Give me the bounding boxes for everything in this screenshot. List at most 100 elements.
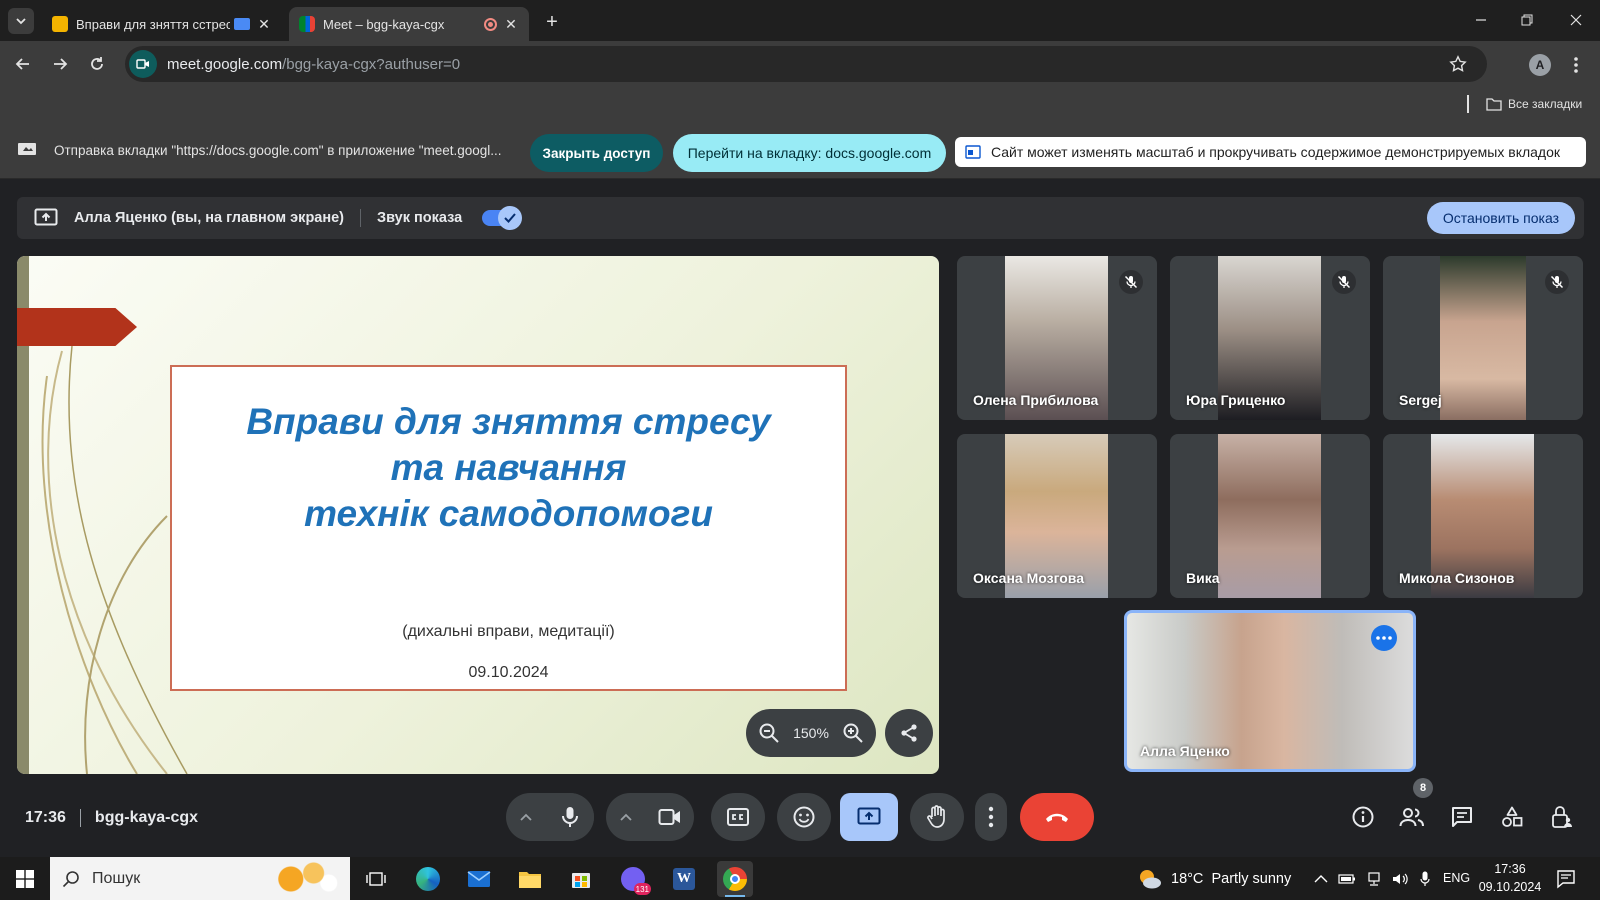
go-to-tab-button[interactable]: Перейти на вкладку: docs.google.com (673, 134, 946, 172)
minimize-icon (1476, 19, 1486, 21)
more-options-button[interactable] (975, 793, 1007, 841)
share-sound-toggle[interactable] (482, 206, 523, 230)
participant-name: Вика (1186, 570, 1220, 586)
forward-button[interactable] (46, 50, 74, 78)
arrow-right-icon (54, 58, 68, 70)
volume-icon[interactable] (1392, 872, 1410, 886)
video-options-button[interactable] (606, 813, 646, 821)
slide-red-arrow (17, 308, 137, 346)
meeting-details-button[interactable] (1345, 799, 1381, 835)
self-more-options-button[interactable] (1371, 625, 1397, 651)
activities-button[interactable] (1494, 799, 1530, 835)
chevron-up-icon[interactable] (1314, 874, 1328, 884)
participant-tile[interactable]: Sergej (1383, 256, 1583, 420)
back-button[interactable] (9, 50, 37, 78)
emoji-icon (793, 806, 815, 828)
mic-off-icon (1332, 270, 1356, 294)
participant-tile[interactable]: Вика (1170, 434, 1370, 598)
leave-call-button[interactable] (1020, 793, 1094, 841)
mic-off-icon (1119, 270, 1143, 294)
close-tab-icon[interactable]: ✕ (503, 16, 519, 32)
all-bookmarks-label: Все закладки (1508, 97, 1583, 111)
url-host: meet.google.com (167, 55, 283, 73)
participant-name: Sergej (1399, 392, 1442, 408)
microphone-icon (562, 807, 578, 827)
participant-tile[interactable]: Микола Сизонов (1383, 434, 1583, 598)
screen-share-icon (17, 142, 37, 158)
participant-tile[interactable]: Олена Прибилова (957, 256, 1157, 420)
participant-tile[interactable]: Оксана Мозгова (957, 434, 1157, 598)
browser-tab-slides[interactable]: Вправи для зняття сстресу ✕ (42, 7, 282, 41)
task-view-button[interactable] (358, 861, 394, 897)
close-access-button[interactable]: Закрыть доступ (530, 134, 663, 172)
raise-hand-button[interactable] (910, 793, 964, 841)
tab-title: Meet – bgg-kaya-cgx (323, 16, 445, 32)
chevron-up-icon (620, 813, 632, 821)
taskbar-search-box[interactable]: Пошук (50, 857, 350, 900)
viber-app-button[interactable]: 131 (615, 861, 651, 897)
close-window-button[interactable] (1562, 8, 1590, 32)
captions-button[interactable] (711, 793, 765, 841)
close-tab-icon[interactable]: ✕ (256, 16, 272, 32)
self-view-tile[interactable]: Алла Яценко (1124, 610, 1416, 772)
reload-button[interactable] (83, 50, 111, 78)
arrow-left-icon (15, 58, 29, 70)
notifications-button[interactable] (1556, 869, 1576, 889)
video-camera-icon (658, 809, 680, 825)
microphone-icon[interactable] (1420, 871, 1430, 887)
restore-button[interactable] (1513, 8, 1541, 32)
audio-options-button[interactable] (506, 813, 546, 821)
people-icon (1399, 808, 1424, 827)
weather-widget[interactable]: 18°C Partly sunny (1137, 866, 1291, 892)
host-controls-button[interactable] (1544, 799, 1580, 835)
participant-name: Оксана Мозгова (973, 570, 1084, 586)
store-app-button[interactable] (563, 861, 599, 897)
file-explorer-button[interactable] (512, 861, 548, 897)
zoom-notice-text: Сайт может изменять масштаб и прокручива… (991, 144, 1561, 160)
present-screen-icon (857, 807, 881, 825)
slide-title-line-3: технік самодопомоги (304, 493, 713, 534)
camera-button[interactable] (646, 793, 694, 841)
word-app-button[interactable]: W (666, 861, 702, 897)
minimize-button[interactable] (1467, 8, 1495, 32)
battery-icon[interactable] (1338, 873, 1356, 885)
zoom-out-icon[interactable] (758, 722, 780, 744)
network-icon[interactable] (1366, 872, 1382, 886)
profile-avatar[interactable]: A (1529, 54, 1551, 76)
shapes-icon (1502, 806, 1523, 827)
mail-app-button[interactable] (461, 861, 497, 897)
stop-presenting-button[interactable]: Остановить показ (1426, 202, 1575, 234)
edge-app-button[interactable] (410, 861, 446, 897)
present-now-button[interactable] (840, 793, 898, 841)
weather-text: 18°C Partly sunny (1171, 871, 1292, 887)
folder-icon (1486, 98, 1502, 111)
participant-name: Юра Гриценко (1186, 392, 1286, 408)
system-clock[interactable]: 17:36 09.10.2024 (1474, 860, 1546, 896)
new-tab-button[interactable]: + (540, 10, 564, 34)
participant-tile[interactable]: Юра Гриценко (1170, 256, 1370, 420)
chat-button[interactable] (1444, 799, 1480, 835)
bookmarks-bar: Все закладки (0, 87, 1600, 121)
people-button[interactable]: 8 (1394, 778, 1433, 835)
microphone-button[interactable] (546, 793, 594, 841)
start-button[interactable] (7, 861, 43, 897)
viber-badge: 131 (633, 883, 651, 895)
site-info-icon[interactable] (129, 50, 157, 78)
reactions-button[interactable] (777, 793, 831, 841)
task-view-icon (366, 872, 386, 886)
active-app-indicator (725, 895, 745, 897)
chrome-app-button[interactable] (717, 861, 753, 897)
windows-icon (16, 870, 34, 888)
kebab-menu-icon (1574, 57, 1578, 73)
search-icon (62, 870, 79, 887)
address-bar[interactable]: meet.google.com /bgg-kaya-cgx?authuser=0 (125, 46, 1487, 82)
share-slide-button[interactable] (885, 709, 933, 757)
input-language[interactable]: ENG (1443, 871, 1470, 885)
sharebar-divider (360, 209, 362, 227)
tab-search-button[interactable] (8, 8, 34, 34)
zoom-in-icon[interactable] (842, 722, 864, 744)
browser-menu-button[interactable] (1570, 53, 1582, 77)
all-bookmarks-button[interactable]: Все закладки (1486, 94, 1582, 114)
bookmark-star-icon[interactable] (1449, 55, 1467, 73)
browser-tab-meet[interactable]: Meet – bgg-kaya-cgx ✕ (289, 7, 529, 41)
